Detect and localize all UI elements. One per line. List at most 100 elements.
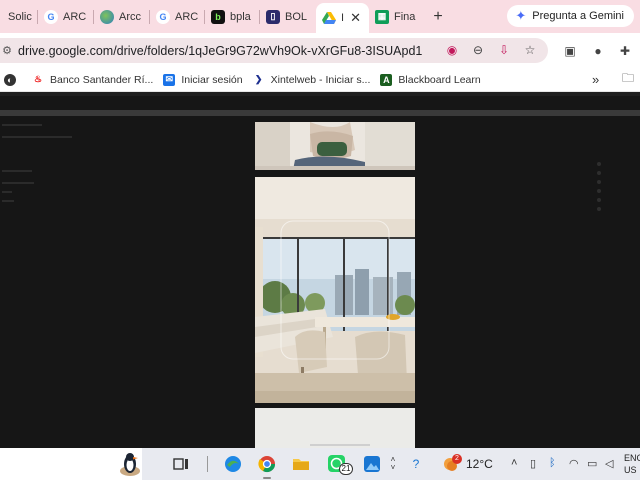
tab-drive-active[interactable]: I ✕: [316, 3, 369, 33]
bookmark-chrome[interactable]: ◐: [4, 73, 22, 86]
tray-device-icon[interactable]: ▯: [530, 457, 536, 470]
whatsapp-notification-badge: 21: [339, 463, 353, 475]
tab-arcc[interactable]: Arcc: [94, 0, 150, 33]
preview-next-page[interactable]: [255, 408, 415, 448]
bluetooth-icon[interactable]: ᛒ: [549, 457, 556, 469]
wifi-icon[interactable]: ◠: [569, 457, 579, 470]
browser-toolbar: ⚙ drive.google.com/drive/folders/1qJeGr9…: [0, 33, 640, 68]
volume-icon[interactable]: ◁: [605, 457, 613, 470]
mail-icon: ✉: [163, 73, 176, 86]
browser-tab-strip: Solic G ARC Arcc G ARC b bpla ▯ BOL I ✕ …: [0, 0, 640, 33]
bookmarks-bar: ◐ ♨ Banco Santander Rí... ✉ Iniciar sesi…: [0, 68, 640, 92]
dimmed-dot: [597, 162, 601, 166]
dimmed-text-line: [2, 124, 42, 126]
gemini-label: Pregunta a Gemini: [532, 10, 624, 22]
new-tab-plus-icon[interactable]: +: [427, 6, 449, 28]
gemini-sparkle-icon: ✦: [515, 8, 527, 23]
task-view-icon[interactable]: [170, 454, 192, 474]
weather-widget[interactable]: 2 12°C: [440, 452, 502, 476]
preview-photo-dining-room[interactable]: [255, 177, 415, 403]
more-bookmarks-chevron-icon[interactable]: »: [592, 72, 599, 87]
google-icon: G: [44, 9, 58, 24]
bookmark-label: Blackboard Learn: [398, 73, 481, 86]
photos-app-icon[interactable]: [361, 454, 383, 474]
extension-icon[interactable]: ▣: [563, 44, 577, 58]
sheets-icon: ▦: [375, 9, 389, 24]
dimmed-dot: [597, 207, 601, 211]
dimmed-text-line: [2, 170, 32, 172]
dimmed-text-line: [2, 136, 72, 138]
bookmark-label: Iniciar sesión: [181, 73, 243, 86]
weather-notification-badge: 2: [452, 454, 462, 464]
tab-label: Arcc: [119, 10, 141, 23]
windows-taskbar: 21 ˄˅ ? 2 12°C ˄ ▯ ᛒ ◠ ▭ ◁ ENG US: [0, 448, 640, 480]
chrome-apps-icon: ◐: [4, 73, 16, 86]
tab-label: I: [341, 12, 345, 24]
profile-circle-icon[interactable]: ●: [591, 44, 605, 58]
tab-bol[interactable]: ▯ BOL: [260, 0, 316, 33]
b-icon: b: [211, 9, 225, 24]
site-info-icon[interactable]: ⚙: [0, 44, 14, 58]
tab-solic[interactable]: Solic: [0, 0, 38, 33]
taskbar-divider: [207, 456, 208, 472]
file-explorer-icon[interactable]: [290, 454, 312, 474]
dimmed-dot: [597, 198, 601, 202]
bookmark-label: Banco Santander Rí...: [50, 73, 154, 86]
doc-icon: ▯: [266, 9, 280, 24]
edge-browser-icon[interactable]: [222, 454, 244, 474]
dimmed-text-line: [2, 182, 34, 184]
tray-chevron-up-icon[interactable]: ˄: [511, 457, 517, 469]
xintel-icon: ❯: [254, 74, 263, 84]
tab-arc-1[interactable]: G ARC: [38, 0, 94, 33]
santander-icon: ♨: [33, 74, 43, 84]
chrome-browser-icon[interactable]: [256, 454, 278, 474]
tab-label: ARC: [175, 10, 199, 23]
folder-icon[interactable]: 🗀: [622, 69, 634, 90]
lang-line-1: ENG: [624, 453, 640, 463]
bookmark-iniciar-sesion[interactable]: ✉ Iniciar sesión: [163, 73, 243, 86]
dimmed-dot: [597, 180, 601, 184]
taskbar-search-area[interactable]: [0, 448, 142, 480]
screen: Solic G ARC Arcc G ARC b bpla ▯ BOL I ✕ …: [0, 0, 640, 480]
url-text[interactable]: drive.google.com/drive/folders/1qJeGr9G7…: [18, 44, 422, 58]
tab-label: Fina: [394, 10, 416, 23]
tab-label: bpla: [230, 10, 251, 23]
google-drive-icon: [322, 11, 336, 25]
tab-label: ARC: [63, 10, 87, 23]
address-bar[interactable]: ⚙ drive.google.com/drive/folders/1qJeGr9…: [0, 38, 548, 63]
tab-label: Solic: [8, 10, 32, 23]
tab-bpla[interactable]: b bpla: [205, 0, 260, 33]
close-tab-icon[interactable]: ✕: [350, 10, 361, 26]
google-lens-icon[interactable]: ◉: [444, 42, 460, 58]
drive-file-preview: [0, 96, 640, 448]
next-page-text-line: [310, 444, 370, 446]
lang-line-2: US: [624, 465, 637, 475]
input-language-indicator[interactable]: ENG US: [624, 452, 640, 476]
ask-gemini-button[interactable]: ✦ Pregunta a Gemini: [507, 5, 634, 27]
bookmark-xintelweb[interactable]: ❯ Xintelweb - Iniciar s...: [253, 74, 371, 86]
globe-icon: [100, 9, 114, 24]
zoom-icon[interactable]: ⊖: [470, 42, 486, 58]
address-bar-actions: ◉ ⊖ ⇩ ☆: [444, 42, 538, 58]
dimmed-dot: [597, 189, 601, 193]
bookmark-santander[interactable]: ♨ Banco Santander Rí...: [32, 74, 153, 86]
extensions-puzzle-icon[interactable]: ✚: [618, 44, 632, 58]
help-icon[interactable]: ?: [405, 454, 427, 474]
preview-photo-sofa-person[interactable]: [255, 122, 415, 170]
battery-icon[interactable]: ▭: [587, 457, 597, 470]
bookmark-star-icon[interactable]: ☆: [522, 42, 538, 58]
taskbar-overflow-chevron-icon[interactable]: ˄ ˅: [387, 454, 399, 474]
google-icon: G: [156, 9, 170, 24]
tab-label: BOL: [285, 10, 308, 23]
dimmed-text-line: [2, 191, 12, 193]
chrome-running-indicator: [263, 477, 271, 479]
tab-arc-2[interactable]: G ARC: [150, 0, 205, 33]
tab-fina[interactable]: ▦ Fina: [369, 0, 423, 33]
whatsapp-icon[interactable]: 21: [326, 454, 353, 475]
blackboard-icon: A: [380, 73, 393, 86]
dimmed-text-line: [2, 200, 14, 202]
preview-header-bar: [0, 110, 640, 116]
install-app-icon[interactable]: ⇩: [496, 42, 512, 58]
bookmark-blackboard[interactable]: A Blackboard Learn: [380, 73, 481, 86]
puffin-bird-icon: [120, 453, 140, 476]
